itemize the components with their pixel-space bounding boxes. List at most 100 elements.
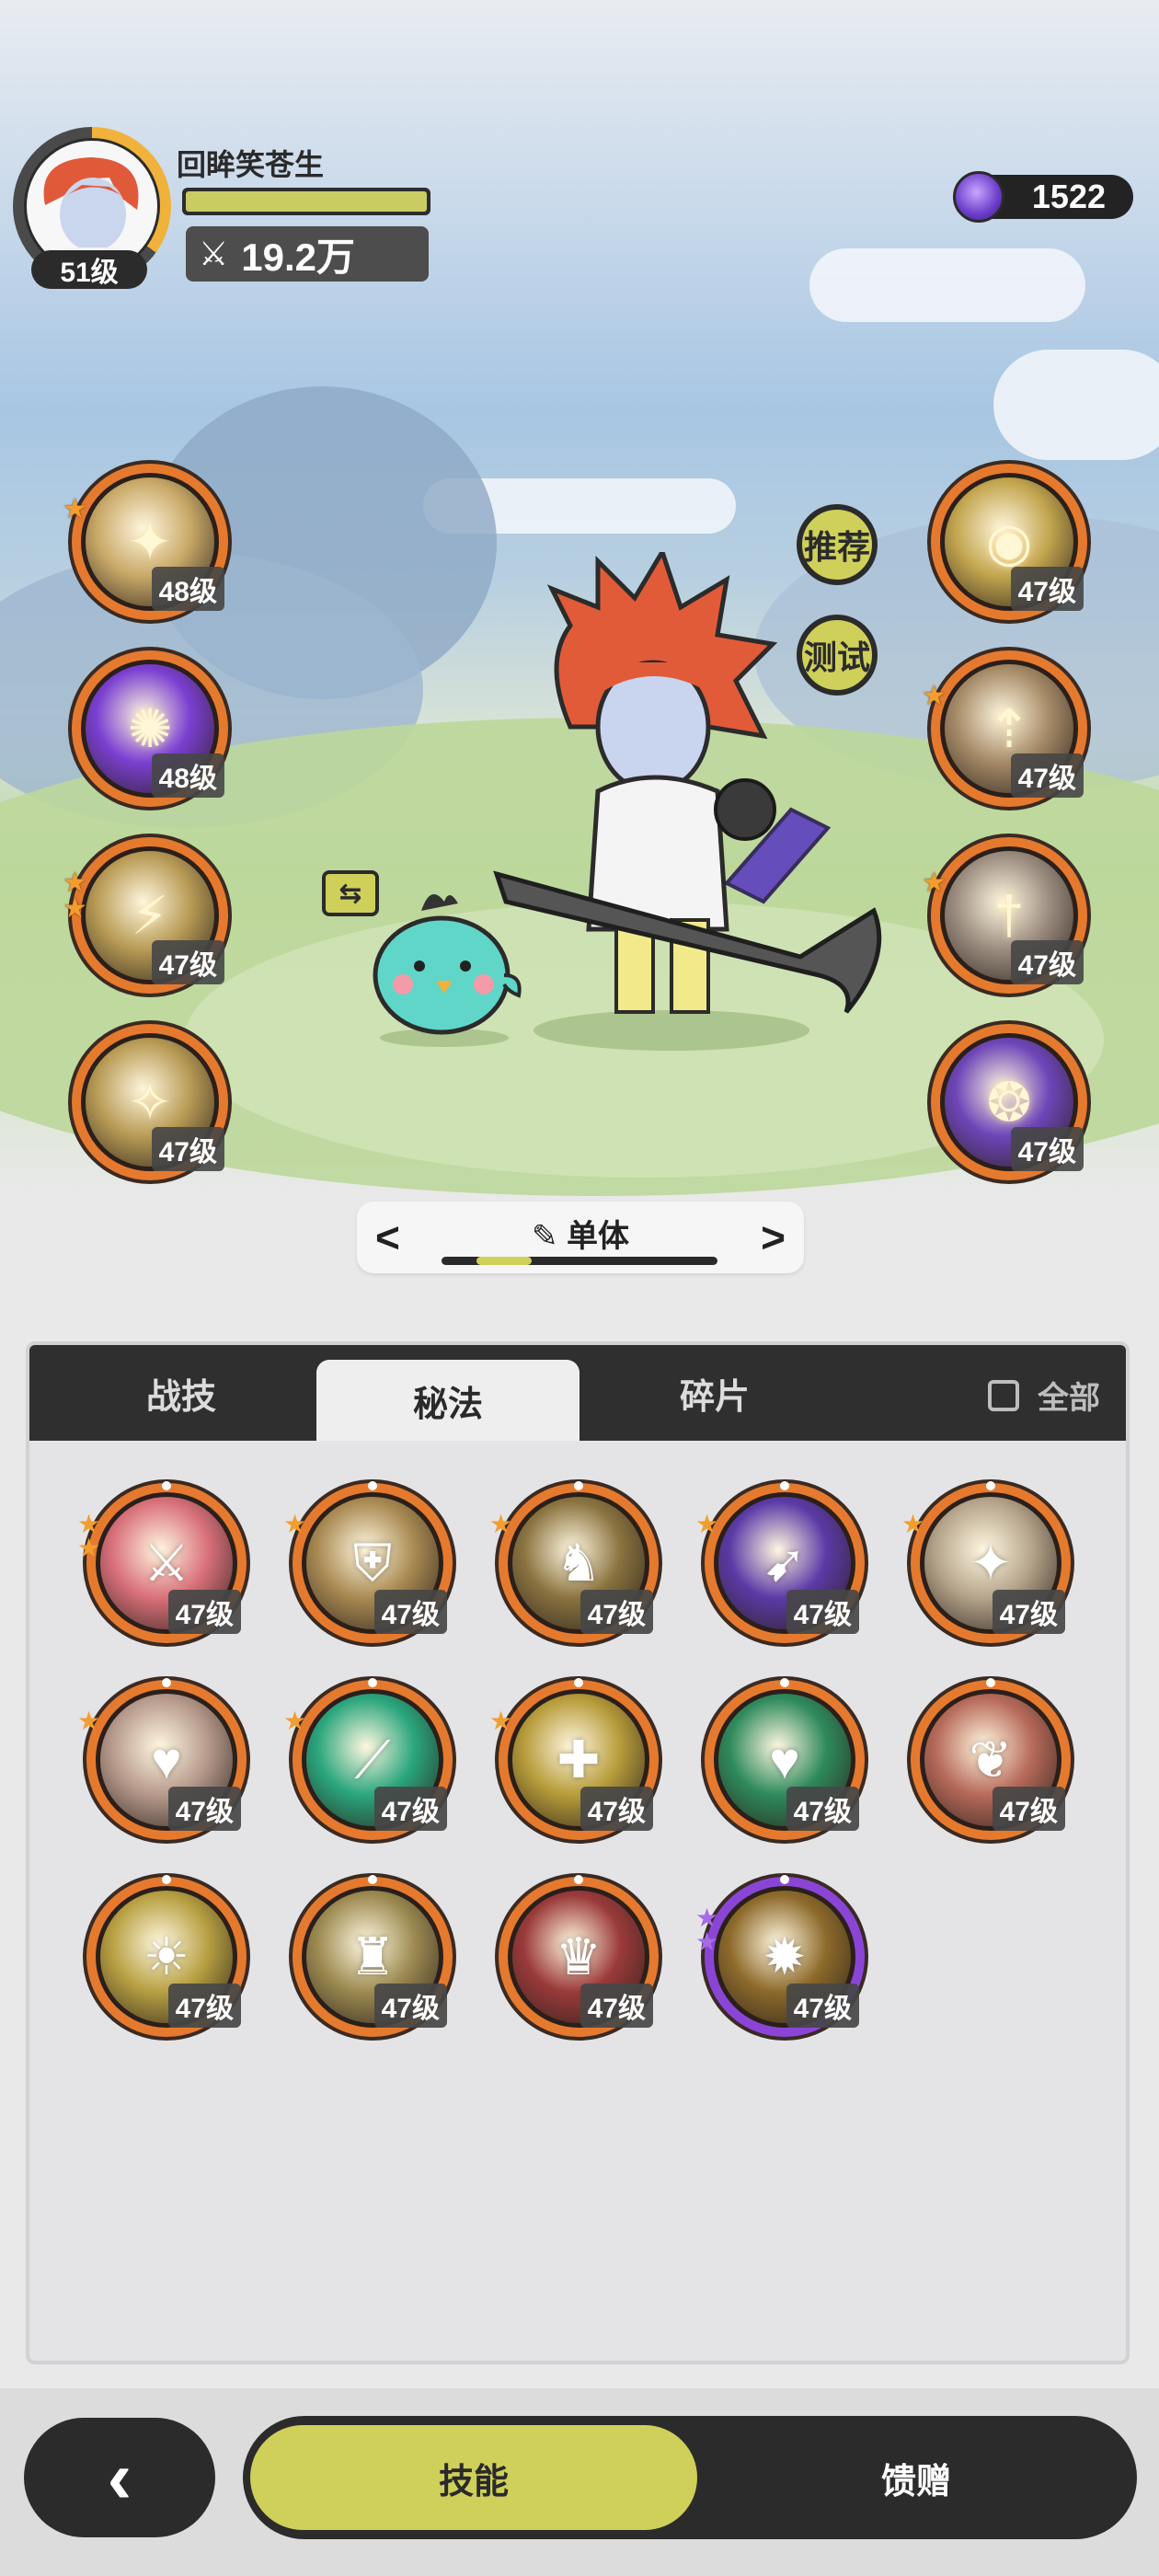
skill-level: 47级 (786, 1590, 859, 1634)
skill-level: 47级 (1010, 567, 1084, 611)
bottom-nav: 技能 馈赠 (243, 2416, 1137, 2539)
left-skill-slot-0[interactable]: ✦ 48级 ★ (63, 460, 232, 624)
skill-level: 47级 (151, 940, 224, 984)
mode-page-indicator (476, 1257, 532, 1265)
pencil-icon: ✎ (532, 1219, 558, 1254)
arcane-skill-item-1[interactable]: ⛨ 47级 ★ (283, 1479, 456, 1647)
right-skill-slot-2[interactable]: † 47级 ★ (922, 834, 1091, 997)
hero-character-icon (493, 552, 882, 1051)
purple-gem-icon (953, 171, 1004, 223)
right-skill-slot-0[interactable]: ◉ 47级 (927, 460, 1091, 624)
back-button[interactable]: ‹ (24, 2418, 215, 2537)
skill-level: 47级 (992, 1787, 1065, 1831)
hp-bar-fill (186, 191, 427, 212)
arcane-skill-item-9[interactable]: ❦ 47级 (907, 1676, 1074, 1844)
arcane-skill-item-4[interactable]: ✦ 47级 ★ (901, 1479, 1074, 1647)
skill-level: 47级 (786, 1984, 859, 2028)
star-rank-icon: ★ (63, 494, 87, 524)
left-skill-slot-2[interactable]: ⚡ 47级 ★ ★ (63, 834, 232, 997)
arcane-skill-item-2[interactable]: ♞ 47级 ★ (489, 1479, 662, 1647)
tab-arcane[interactable]: 秘法 (316, 1360, 580, 1441)
hp-bar (182, 188, 430, 215)
skill-pip-dot (368, 1481, 377, 1490)
skill-level: 47级 (167, 1590, 241, 1634)
skill-pip-dot (780, 1875, 789, 1884)
arcane-skill-item-3[interactable]: ➹ 47级 ★ (695, 1479, 868, 1647)
skill-level: 47级 (373, 1590, 447, 1634)
target-mode-selector: < ✎ 单体 > (357, 1202, 804, 1273)
skill-level: 47级 (1010, 1127, 1084, 1171)
combat-power-value: 19.2万 (241, 235, 356, 279)
skill-level: 48级 (151, 753, 224, 798)
show-all-label: 全部 (1038, 1381, 1100, 1416)
right-skill-slot-1[interactable]: ⇡ 47级 ★ (922, 647, 1091, 811)
chevron-left-icon: ‹ (107, 2436, 132, 2518)
skill-pip-dot (574, 1875, 583, 1884)
skill-pip-dot (162, 1481, 171, 1490)
skill-pip-dot (162, 1678, 171, 1687)
skill-pip-dot (780, 1678, 789, 1687)
show-all-checkbox[interactable] (988, 1379, 1019, 1411)
star-rank-icon: ★ (901, 1510, 925, 1538)
currency-amount: 1522 (1031, 178, 1106, 215)
skill-level: 47级 (167, 1984, 241, 2028)
arcane-skill-item-5[interactable]: ♥ 47级 ★ (77, 1676, 250, 1844)
skill-pip-dot (162, 1875, 171, 1884)
arcane-skill-item-13[interactable]: ✹ 47级 ★ ★ (695, 1873, 868, 2041)
arcane-skill-item-8[interactable]: ♥ 47级 (701, 1676, 868, 1844)
mode-next-button[interactable]: > (761, 1213, 786, 1262)
star-rank-icon: ★ (489, 1510, 513, 1538)
left-skill-slot-1[interactable]: ✺ 48级 (68, 647, 232, 811)
star-rank-icon: ★ (695, 1510, 719, 1538)
star-rank-icon: ★ (922, 868, 947, 898)
crossed-swords-icon: ⚔ (199, 235, 229, 272)
mode-title[interactable]: ✎ 单体 (357, 1211, 804, 1256)
show-all-toggle[interactable]: 全部 (988, 1373, 1100, 1418)
skill-pip-dot (986, 1678, 995, 1687)
star-rank-icon: ★ ★ (695, 1903, 719, 1956)
star-rank-icon: ★ (77, 1707, 101, 1735)
skill-level: 48级 (151, 567, 224, 611)
combat-power: ⚔ 19.2万 (186, 226, 429, 282)
star-rank-icon: ★ (283, 1510, 307, 1538)
star-rank-icon: ★ (922, 681, 947, 711)
nav-skills-button[interactable]: 技能 (250, 2425, 697, 2530)
right-skill-slot-3[interactable]: ❂ 47级 (927, 1020, 1091, 1184)
skill-level: 47级 (580, 1787, 653, 1831)
arcane-skill-item-7[interactable]: ✚ 47级 ★ (489, 1676, 662, 1844)
star-rank-icon: ★ (283, 1707, 307, 1735)
arcane-skill-item-11[interactable]: ♜ 47级 (289, 1873, 456, 2041)
skill-panel: 战技 秘法 碎片 全部 ⚔ 47级 ★ ★ ⛨ 47级 ★ ♞ 47级 ★ ➹ 47级 ★ ✦ 47级 ★ ♥ 4… (26, 1341, 1130, 2364)
skill-tab-bar: 战技 秘法 碎片 全部 (29, 1345, 1126, 1441)
skill-level: 47级 (580, 1590, 653, 1634)
player-name: 回眸笑苍生 (177, 148, 325, 181)
star-rank-icon: ★ ★ (63, 868, 87, 924)
star-rank-icon: ★ ★ (77, 1510, 101, 1562)
skill-level: 47级 (1010, 940, 1084, 984)
mode-label: 单体 (566, 1219, 629, 1254)
skill-level: 47级 (151, 1127, 224, 1171)
skill-level: 47级 (786, 1787, 859, 1831)
skill-pip-dot (368, 1875, 377, 1884)
arcane-skill-item-0[interactable]: ⚔ 47级 ★ ★ (77, 1479, 250, 1647)
skill-level: 47级 (373, 1984, 447, 2028)
skill-pip-dot (574, 1481, 583, 1490)
player-level: 51级 (31, 250, 147, 289)
skill-level: 47级 (992, 1590, 1065, 1634)
skill-pip-dot (574, 1678, 583, 1687)
skill-level: 47级 (580, 1984, 653, 2028)
arcane-skill-item-12[interactable]: ♛ 47级 (495, 1873, 662, 2041)
arcane-skill-item-6[interactable]: ⟋ 47级 ★ (283, 1676, 456, 1844)
tab-fragments[interactable]: 碎片 (591, 1345, 839, 1441)
skill-level: 47级 (1010, 753, 1084, 798)
tab-combat-skills[interactable]: 战技 (57, 1345, 305, 1441)
nav-gift-button[interactable]: 馈赠 (703, 2425, 1130, 2530)
skill-pip-dot (368, 1678, 377, 1687)
skill-pip-dot (986, 1481, 995, 1490)
star-rank-icon: ★ (489, 1707, 513, 1735)
arcane-skill-item-10[interactable]: ☀ 47级 (83, 1873, 250, 2041)
skill-pip-dot (780, 1481, 789, 1490)
skill-level: 47级 (167, 1787, 241, 1831)
left-skill-slot-3[interactable]: ✧ 47级 (68, 1020, 232, 1184)
skill-level: 47级 (373, 1787, 447, 1831)
